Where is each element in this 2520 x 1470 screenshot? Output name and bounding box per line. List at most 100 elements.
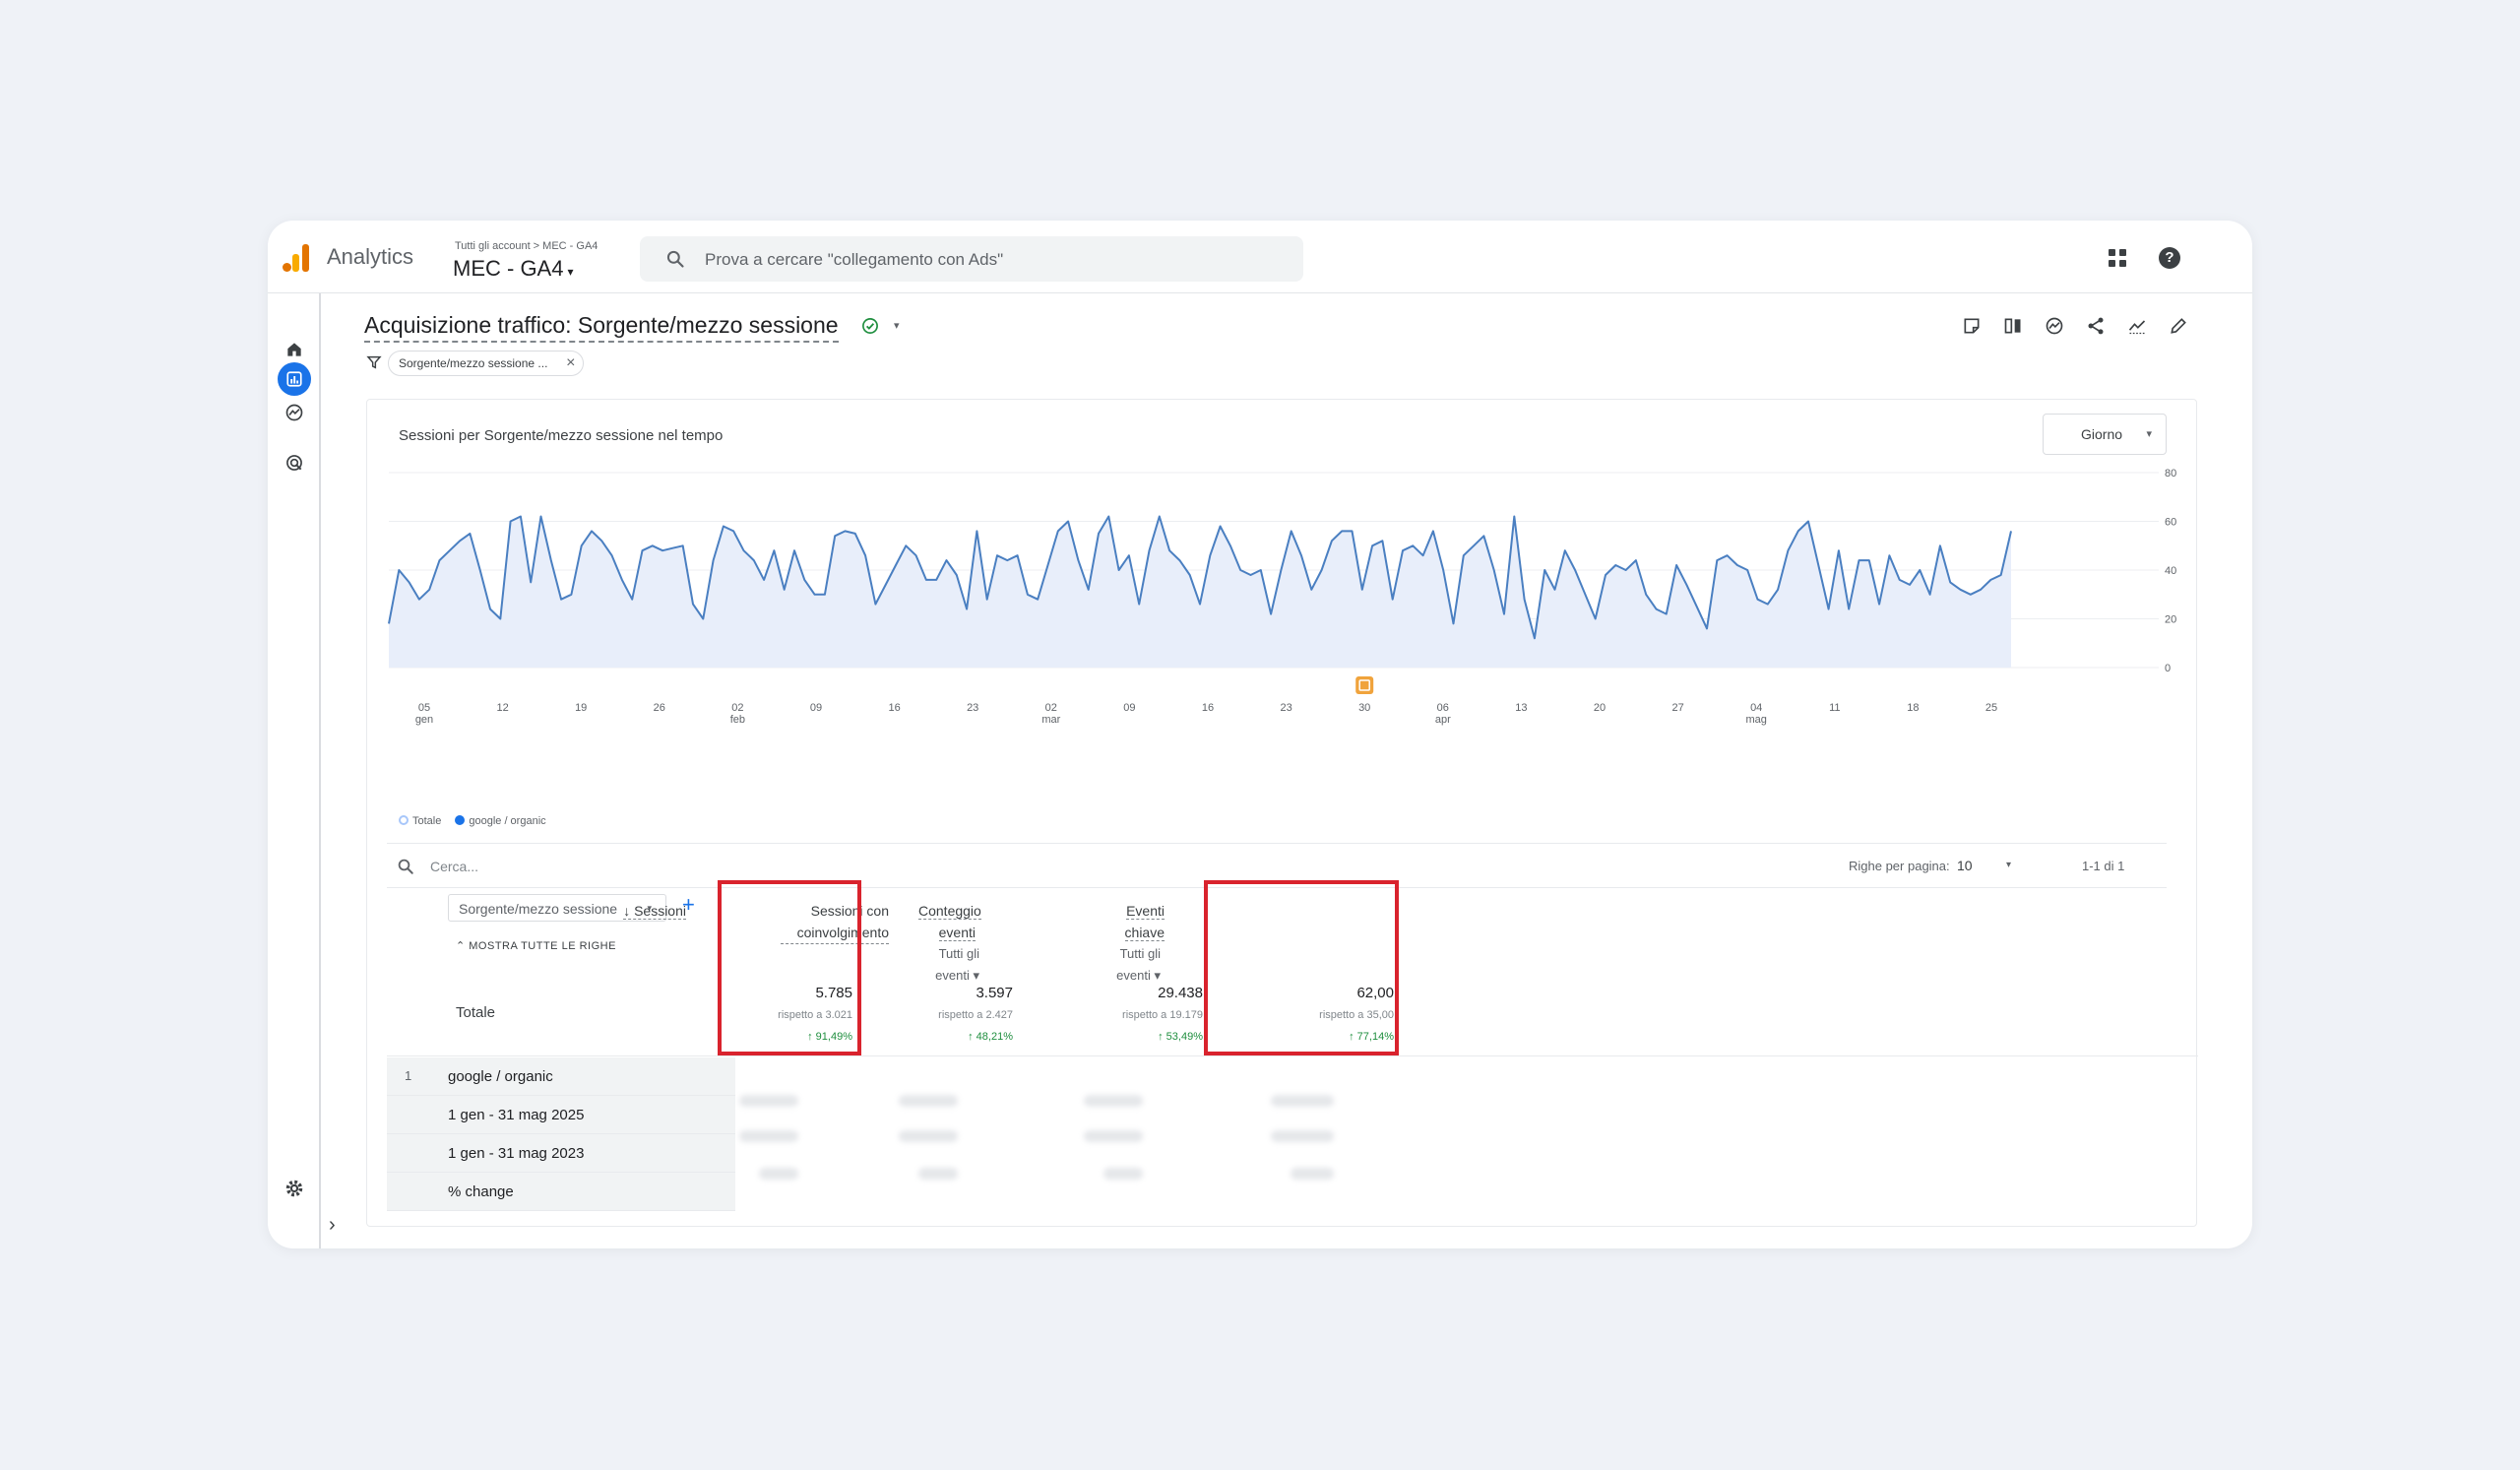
- apps-grid-icon[interactable]: [2109, 249, 2126, 267]
- column-label: Conteggio eventi: [918, 903, 981, 941]
- explore-icon[interactable]: [282, 400, 307, 425]
- filter-chip[interactable]: Sorgente/mezzo sessione ... ×: [388, 351, 585, 376]
- y-tick-label: 0: [2165, 663, 2171, 674]
- table-search-input[interactable]: Cerca...: [430, 859, 478, 874]
- y-tick-label: 40: [2165, 565, 2176, 577]
- analytics-window: Analytics Tutti gli account > MEC - GA4 …: [268, 221, 2252, 1248]
- total-compare: rispetto a 2.427: [938, 1009, 1013, 1021]
- redacted-value: [759, 1168, 798, 1180]
- column-header-sessioni[interactable]: ↓ Sessioni: [613, 900, 686, 922]
- event-filter-select[interactable]: Tutti gli eventi ▾: [1115, 943, 1161, 987]
- property-selector[interactable]: MEC - GA4 ▾: [453, 256, 574, 282]
- advertising-icon[interactable]: [282, 450, 307, 476]
- expand-nav-button[interactable]: ›: [329, 1214, 336, 1237]
- settings-icon[interactable]: [282, 1176, 307, 1201]
- x-tick-label: 11: [1829, 702, 1840, 714]
- page-title[interactable]: Acquisizione traffico: Sorgente/mezzo se…: [364, 312, 839, 343]
- insights-icon[interactable]: [2044, 315, 2065, 337]
- row-label: google / organic: [448, 1068, 553, 1085]
- redacted-value: [899, 1095, 958, 1107]
- row-label: 1 gen - 31 mag 2025: [448, 1107, 585, 1123]
- chart-legend: Totale google / organic: [399, 815, 546, 827]
- share-icon[interactable]: [2085, 315, 2107, 337]
- filter-chip-label: Sorgente/mezzo sessione ...: [399, 356, 548, 370]
- x-tick-month-label: mag: [1745, 714, 1766, 726]
- legend-label-google-organic: google / organic: [469, 815, 546, 827]
- chevron-down-icon[interactable]: ▾: [2006, 860, 2011, 870]
- property-name: MEC - GA4: [453, 256, 564, 281]
- compare-icon[interactable]: [2002, 315, 2024, 337]
- x-tick-label: 12: [496, 702, 508, 714]
- table-row[interactable]: 1 gen - 31 mag 2023: [387, 1134, 735, 1173]
- x-tick-month-label: apr: [1435, 714, 1451, 726]
- edit-icon[interactable]: [2168, 315, 2189, 337]
- totals-label: Totale: [456, 1004, 496, 1021]
- x-tick-month-label: mar: [1041, 714, 1060, 726]
- total-change: ↑ 48,21%: [968, 1031, 1013, 1043]
- table-row[interactable]: % change: [387, 1173, 735, 1211]
- pagination-text: 1-1 di 1: [2082, 859, 2125, 873]
- granularity-select[interactable]: Giorno ▾: [2043, 414, 2167, 455]
- sessions-line-chart: 80604020005gen12 19 26 02feb09 16 23 02mar09 16…: [388, 468, 2176, 726]
- left-nav-rail: ›: [268, 293, 336, 1248]
- x-tick-label: 09: [810, 702, 822, 714]
- x-tick-label: 20: [1594, 702, 1606, 714]
- row-label: % change: [448, 1183, 514, 1200]
- y-tick-label: 80: [2165, 468, 2176, 479]
- highlight-box-eventi-chiave: [1204, 880, 1399, 1055]
- x-tick-label: 02: [731, 702, 743, 714]
- show-all-rows-button[interactable]: ⌃ MOSTRA TUTTE LE RIGHE: [456, 939, 616, 952]
- x-tick-label: 27: [1671, 702, 1683, 714]
- redacted-value: [1103, 1168, 1143, 1180]
- check-circle-icon[interactable]: [861, 317, 879, 335]
- legend-label-totale: Totale: [412, 815, 442, 827]
- redacted-value: [1084, 1095, 1143, 1107]
- trend-icon[interactable]: [2126, 315, 2148, 337]
- redacted-value: [1271, 1095, 1334, 1107]
- x-tick-label: 18: [1907, 702, 1919, 714]
- x-tick-label: 05: [418, 702, 430, 714]
- rows-per-page-label: Righe per pagina:: [1849, 859, 1950, 873]
- search-icon: [398, 859, 413, 874]
- report-card: Sessioni per Sorgente/mezzo sessione nel…: [366, 399, 2198, 1227]
- total-value: 29.438: [1158, 985, 1203, 1001]
- breadcrumb[interactable]: Tutti gli account > MEC - GA4: [455, 240, 598, 252]
- x-tick-label: 09: [1123, 702, 1135, 714]
- chevron-down-icon: ▾: [2146, 428, 2152, 440]
- help-icon[interactable]: ?: [2159, 247, 2180, 269]
- title-dropdown-icon[interactable]: ▾: [894, 319, 900, 332]
- close-icon[interactable]: ×: [566, 352, 575, 375]
- x-tick-label: 25: [1985, 702, 1997, 714]
- x-tick-label: 23: [1280, 702, 1292, 714]
- app-name: Analytics: [327, 244, 414, 269]
- analytics-logo-icon[interactable]: [282, 242, 311, 272]
- reports-icon[interactable]: [278, 362, 311, 396]
- event-filter-select[interactable]: Tutti gli eventi ▾: [918, 943, 979, 987]
- annotation-icon[interactable]: [1961, 315, 1983, 337]
- redacted-value: [1084, 1130, 1143, 1142]
- row-number: 1: [405, 1068, 412, 1083]
- table-row[interactable]: 1 google / organic: [387, 1057, 735, 1096]
- column-label: ↓ Sessioni: [623, 903, 686, 920]
- home-icon[interactable]: [282, 337, 307, 362]
- table-row[interactable]: 1 gen - 31 mag 2025: [387, 1096, 735, 1134]
- y-tick-label: 20: [2165, 614, 2176, 626]
- column-label: Eventi chiave: [1124, 903, 1165, 941]
- x-tick-label: 13: [1515, 702, 1527, 714]
- x-tick-label: 19: [575, 702, 587, 714]
- legend-item-totale[interactable]: Totale: [399, 815, 441, 827]
- x-tick-label: 06: [1437, 702, 1449, 714]
- search-bar[interactable]: Prova a cercare "collegamento con Ads": [640, 236, 1303, 282]
- x-tick-label: 16: [1202, 702, 1214, 714]
- x-tick-label: 23: [967, 702, 978, 714]
- x-tick-label: 02: [1045, 702, 1057, 714]
- y-tick-label: 60: [2165, 517, 2176, 529]
- legend-swatch-google-organic: [455, 815, 466, 825]
- total-compare: rispetto a 19.179: [1122, 1009, 1203, 1021]
- redacted-value: [739, 1130, 798, 1142]
- column-header-conteggio-eventi[interactable]: Conteggio eventi Tutti gli eventi ▾: [918, 900, 981, 987]
- series-area-google-organic: [389, 516, 2011, 668]
- column-header-eventi-chiave[interactable]: Eventi chiave Tutti gli eventi ▾: [1115, 900, 1165, 987]
- legend-item-google-organic[interactable]: google / organic: [455, 815, 546, 827]
- rows-per-page-select[interactable]: 10: [1957, 858, 1973, 873]
